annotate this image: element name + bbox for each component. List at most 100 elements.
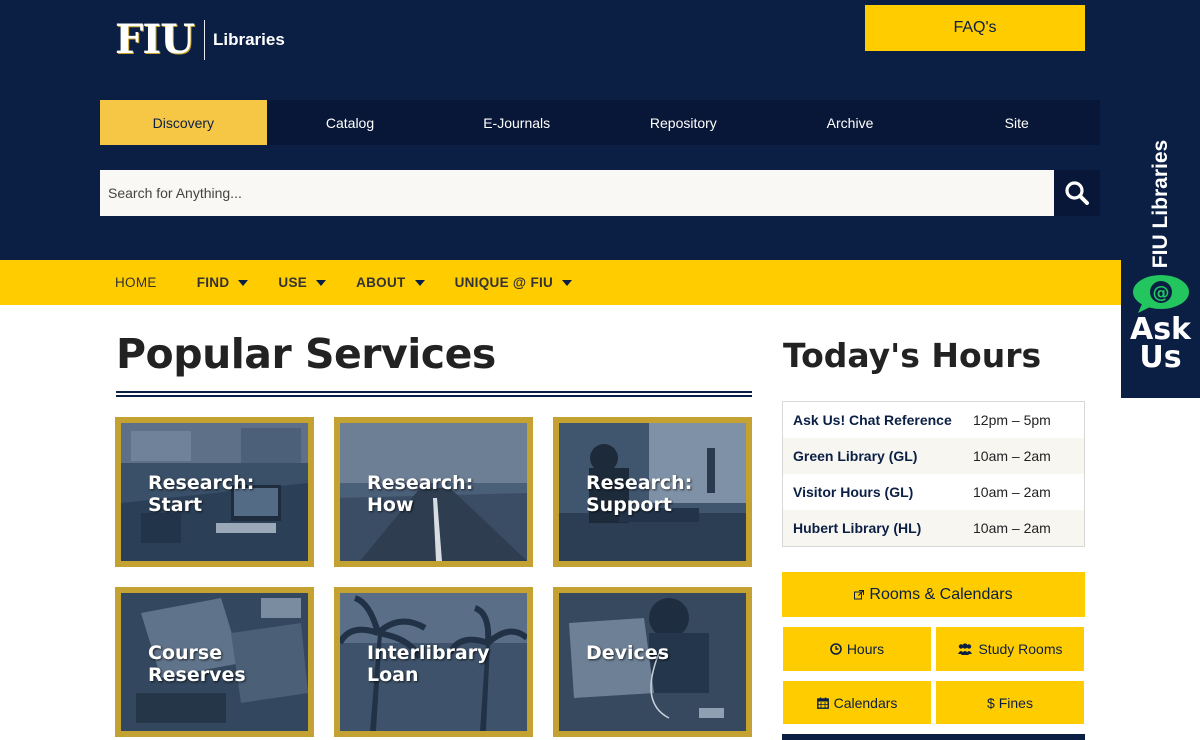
caret-down-icon: [238, 279, 249, 286]
ask-us-vertical-text: FIU Libraries: [1149, 139, 1172, 269]
ask-us-label: Ask Us: [1121, 315, 1200, 375]
search-icon: [1065, 181, 1089, 205]
tab-e-journals[interactable]: E-Journals: [433, 100, 600, 145]
rooms-calendars-button[interactable]: Rooms & Calendars: [782, 572, 1085, 617]
tile-label: Course Reserves: [148, 642, 246, 686]
service-tile-interlibrary-loan[interactable]: Interlibrary Loan: [334, 587, 533, 737]
tile-label-line1: Course: [148, 642, 223, 664]
hours-row: Hubert Library (HL) 10am – 2am: [783, 510, 1084, 546]
caret-down-icon: [414, 279, 425, 286]
tile-label: Research: How: [367, 472, 473, 516]
search-button[interactable]: [1054, 170, 1100, 216]
service-tile-course-reserves[interactable]: Course Reserves: [115, 587, 314, 737]
search-input[interactable]: [100, 170, 1054, 216]
users-icon: [957, 643, 973, 655]
ask-us-tab[interactable]: FIU Libraries @ Ask Us: [1121, 110, 1200, 398]
nav-about[interactable]: ABOUT: [356, 275, 425, 290]
logo-mark: FIU: [115, 16, 195, 63]
tile-image: Research: Support: [559, 423, 746, 561]
hours-location: Ask Us! Chat Reference: [793, 412, 952, 428]
title-divider: [116, 391, 752, 397]
nav-find-label: FIND: [196, 275, 230, 290]
chat-bubble-symbol: @: [1153, 283, 1170, 303]
fines-button[interactable]: $ Fines: [936, 681, 1084, 724]
hours-row: Green Library (GL) 10am – 2am: [783, 438, 1084, 474]
tab-site[interactable]: Site: [933, 100, 1100, 145]
tile-label-line1: Devices: [586, 642, 670, 664]
tab-discovery[interactable]: Discovery: [100, 100, 267, 145]
tile-label-line2: Reserves: [148, 664, 246, 686]
tile-image: Devices: [559, 593, 746, 731]
tile-image: Research: Start: [121, 423, 308, 561]
nav-find[interactable]: FIND: [197, 275, 249, 290]
tile-image: Interlibrary Loan: [340, 593, 527, 731]
hours-row: Visitor Hours (GL) 10am – 2am: [783, 474, 1084, 510]
tile-label-line1: Research:: [148, 472, 255, 494]
hours-time: 10am – 2am: [973, 448, 1051, 464]
hours-location: Hubert Library (HL): [793, 520, 922, 536]
tile-label-line1: Research:: [586, 472, 693, 494]
caret-down-icon: [316, 279, 327, 286]
main-nav: HOME FIND USE ABOUT UNIQUE @ FIU: [0, 260, 1200, 305]
tile-label: Interlibrary Loan: [367, 642, 490, 686]
faq-button[interactable]: FAQ's: [865, 5, 1085, 51]
search-bar: [100, 170, 1100, 216]
service-tile-devices[interactable]: Devices: [553, 587, 752, 737]
hours-location: Visitor Hours (GL): [793, 484, 914, 500]
tile-label-line2: Loan: [367, 664, 419, 686]
search-tabs: Discovery Catalog E-Journals Repository …: [100, 100, 1100, 145]
fiu-libraries-logo[interactable]: FIU Libraries: [115, 18, 285, 62]
caret-down-icon: [562, 279, 573, 286]
nav-about-label: ABOUT: [356, 275, 406, 290]
rooms-calendars-label: Rooms & Calendars: [869, 585, 1013, 603]
ask-us-line2: Us: [1139, 340, 1182, 375]
nav-unique-fiu-label: UNIQUE @ FIU: [454, 275, 554, 290]
hours-time: 12pm – 5pm: [973, 412, 1051, 428]
tile-label-line1: Interlibrary: [367, 642, 490, 664]
calendars-button[interactable]: Calendars: [783, 681, 931, 724]
nav-use[interactable]: USE: [278, 275, 327, 290]
fines-label: $ Fines: [987, 694, 1033, 711]
next-section-bar: [782, 734, 1085, 740]
nav-unique-fiu[interactable]: UNIQUE @ FIU: [455, 275, 573, 290]
service-tile-research-support[interactable]: Research: Support: [553, 417, 752, 567]
tile-label-line2: Support: [586, 494, 672, 516]
tile-label: Research: Support: [586, 472, 692, 516]
nav-use-label: USE: [278, 275, 308, 290]
tab-repository[interactable]: Repository: [600, 100, 767, 145]
todays-hours-title: Today's Hours: [783, 336, 1042, 375]
study-rooms-button[interactable]: Study Rooms: [936, 627, 1084, 671]
hours-button-label: Hours: [846, 641, 885, 657]
hours-time: 10am – 2am: [973, 484, 1051, 500]
tile-image: Research: How: [340, 423, 527, 561]
nav-home-label: HOME: [115, 275, 157, 290]
nav-home[interactable]: HOME: [115, 275, 157, 290]
ask-us-vertical-label: FIU Libraries: [1148, 138, 1174, 270]
logo-text: Libraries: [213, 30, 285, 49]
hours-table: Ask Us! Chat Reference 12pm – 5pm Green …: [782, 401, 1085, 547]
tile-image: Course Reserves: [121, 593, 308, 731]
logo-divider: [204, 20, 205, 60]
clock-icon: [830, 643, 842, 655]
tile-label-line2: Start: [148, 494, 203, 516]
chat-bubble-icon: @: [1133, 275, 1189, 313]
tab-archive[interactable]: Archive: [767, 100, 934, 145]
tile-label-line1: Research:: [367, 472, 474, 494]
hours-time: 10am – 2am: [973, 520, 1051, 536]
external-link-icon: [854, 589, 865, 600]
site-header: FIU Libraries FAQ's Discovery Catalog E-…: [0, 0, 1200, 260]
tile-label: Research: Start: [148, 472, 254, 516]
hours-button[interactable]: Hours: [783, 627, 931, 671]
hours-row: Ask Us! Chat Reference 12pm – 5pm: [783, 402, 1084, 438]
study-rooms-label: Study Rooms: [978, 641, 1063, 657]
popular-services-title: Popular Services: [116, 330, 496, 378]
page: FIU Libraries FAQ's Discovery Catalog E-…: [0, 0, 1200, 740]
service-tile-research-start[interactable]: Research: Start: [115, 417, 314, 567]
calendar-icon: [816, 697, 829, 709]
hours-location: Green Library (GL): [793, 448, 918, 464]
calendars-label: Calendars: [833, 694, 898, 711]
tile-label: Devices: [586, 642, 669, 664]
tab-catalog[interactable]: Catalog: [267, 100, 434, 145]
tile-label-line2: How: [367, 494, 414, 516]
service-tile-research-how[interactable]: Research: How: [334, 417, 533, 567]
